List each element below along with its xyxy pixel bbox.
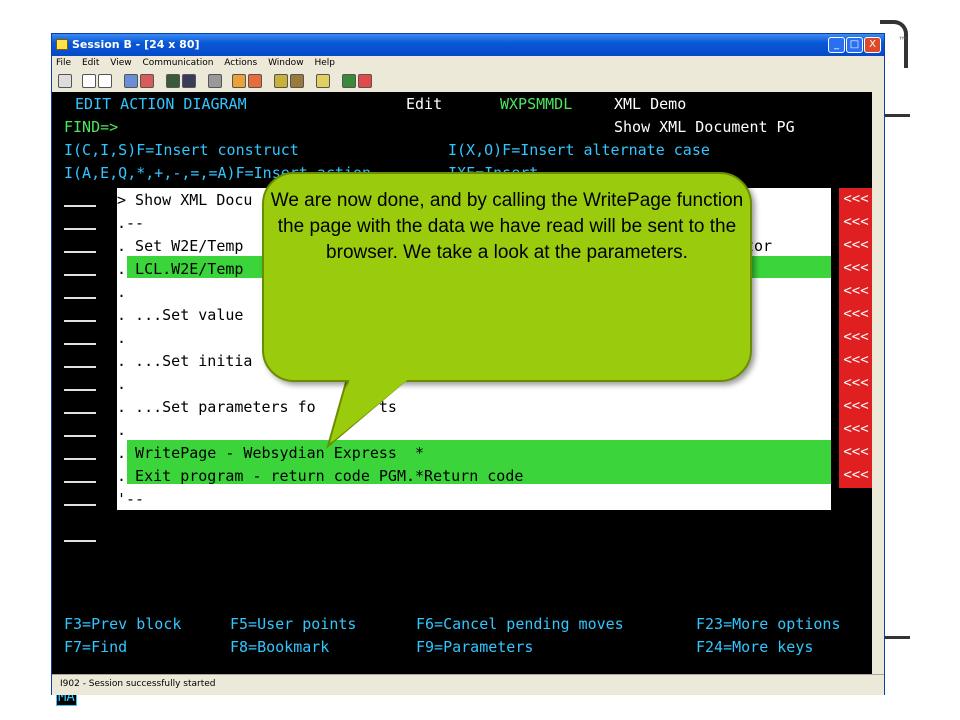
screen-subtitle: Show XML Document PG bbox=[614, 118, 795, 136]
diagram-row[interactable]: '-- bbox=[117, 489, 144, 509]
session-icon bbox=[56, 39, 68, 50]
command-field[interactable] bbox=[64, 320, 96, 322]
menu-communication[interactable]: Communication bbox=[138, 56, 217, 70]
diagram-row-writepage[interactable]: . WritePage - Websydian Express * bbox=[117, 443, 424, 463]
menu-bar: File Edit View Communication Actions Win… bbox=[52, 56, 884, 71]
status-bar: I902 - Session successfully started bbox=[52, 674, 884, 695]
diagram-row[interactable]: . bbox=[117, 282, 126, 302]
menu-window[interactable]: Window bbox=[264, 56, 308, 70]
diagram-row-exit[interactable]: . Exit program - return code PGM.*Return… bbox=[117, 466, 523, 486]
help-icon[interactable] bbox=[358, 74, 372, 88]
vertical-scrollbar[interactable] bbox=[872, 92, 884, 674]
fkey-cancel-moves[interactable]: F6=Cancel pending moves bbox=[416, 614, 624, 634]
trademark-symbol: ™ bbox=[898, 36, 908, 47]
construct-marker: <<< bbox=[843, 283, 869, 299]
play-macro-icon[interactable] bbox=[274, 74, 288, 88]
find-label: FIND=> bbox=[64, 118, 119, 136]
command-field[interactable] bbox=[64, 274, 96, 276]
palette-icon[interactable] bbox=[342, 74, 356, 88]
hint-insert-construct: I(C,I,S)F=Insert construct bbox=[64, 141, 299, 159]
close-button[interactable]: X bbox=[864, 37, 881, 53]
command-field[interactable] bbox=[64, 389, 96, 391]
fkey-user-points[interactable]: F5=User points bbox=[230, 614, 356, 634]
command-field[interactable] bbox=[64, 481, 96, 483]
brand-rule-top bbox=[884, 114, 910, 117]
diagram-row[interactable]: .-- bbox=[117, 213, 144, 233]
receive-icon[interactable] bbox=[140, 74, 154, 88]
construct-marker: <<< bbox=[843, 191, 869, 207]
diagram-row[interactable]: . ...Set parameters fo ts bbox=[117, 397, 397, 417]
diagram-row[interactable]: . ...Set initia bbox=[117, 351, 252, 371]
diagram-row[interactable]: . LCL.W2E/Temp bbox=[117, 259, 243, 279]
screen-header-title: XML Demo bbox=[614, 95, 687, 113]
hint-insert-alternate: I(X,O)F=Insert alternate case bbox=[448, 141, 710, 159]
window-title: Session B - [24 x 80] bbox=[72, 38, 200, 51]
diagram-row[interactable]: . bbox=[117, 420, 126, 440]
fkey-more-options[interactable]: F23=More options bbox=[696, 614, 841, 634]
screen-program-name: WXPSMMDL bbox=[500, 95, 573, 113]
diagram-row[interactable]: . ...Set value bbox=[117, 305, 243, 325]
brand-rule-bottom bbox=[884, 636, 910, 639]
status-message: I902 - Session successfully started bbox=[60, 679, 216, 689]
construct-marker: <<< bbox=[843, 306, 869, 322]
menu-file[interactable]: File bbox=[52, 56, 75, 70]
fkey-prev-block[interactable]: F3=Prev block bbox=[64, 614, 181, 634]
display-icon[interactable] bbox=[166, 74, 180, 88]
title-bar[interactable]: Session B - [24 x 80] _ □ X bbox=[52, 34, 884, 56]
keyboard-icon[interactable] bbox=[182, 74, 196, 88]
construct-marker: <<< bbox=[843, 352, 869, 368]
callout-text: We are now done, and by calling the Writ… bbox=[270, 190, 744, 263]
construct-marker: <<< bbox=[843, 214, 869, 230]
paste-icon[interactable] bbox=[98, 74, 112, 88]
construct-marker: <<< bbox=[843, 421, 869, 437]
minimize-button[interactable]: _ bbox=[828, 37, 845, 53]
print-screen-icon[interactable] bbox=[58, 74, 72, 88]
construct-marker: <<< bbox=[843, 237, 869, 253]
stop-macro-icon[interactable] bbox=[248, 74, 262, 88]
command-field[interactable] bbox=[64, 540, 96, 542]
command-field[interactable] bbox=[64, 412, 96, 414]
menu-view[interactable]: View bbox=[106, 56, 135, 70]
command-field[interactable] bbox=[64, 458, 96, 460]
diagram-row[interactable]: > Show XML Docu bbox=[117, 190, 252, 210]
construct-marker: <<< bbox=[843, 467, 869, 483]
menu-edit[interactable]: Edit bbox=[78, 56, 103, 70]
command-field[interactable] bbox=[64, 297, 96, 299]
command-field[interactable] bbox=[64, 343, 96, 345]
diagram-row[interactable]: . bbox=[117, 374, 126, 394]
command-field[interactable] bbox=[64, 251, 96, 253]
record-macro-icon[interactable] bbox=[232, 74, 246, 88]
fkey-find[interactable]: F7=Find bbox=[64, 637, 127, 657]
diagram-row[interactable]: . bbox=[117, 328, 126, 348]
screen-mode: Edit bbox=[406, 95, 443, 113]
screen-header-left: EDIT ACTION DIAGRAM bbox=[66, 95, 247, 113]
command-field[interactable] bbox=[64, 366, 96, 368]
menu-actions[interactable]: Actions bbox=[220, 56, 261, 70]
notes-icon[interactable] bbox=[316, 74, 330, 88]
construct-marker: <<< bbox=[843, 444, 869, 460]
fkey-more-keys[interactable]: F24=More keys bbox=[696, 637, 813, 657]
command-field[interactable] bbox=[64, 435, 96, 437]
toolbar bbox=[52, 71, 884, 93]
command-field[interactable] bbox=[64, 205, 96, 207]
macro-icon[interactable] bbox=[208, 74, 222, 88]
command-field[interactable] bbox=[64, 504, 96, 506]
copy-icon[interactable] bbox=[82, 74, 96, 88]
command-field[interactable] bbox=[64, 228, 96, 230]
maximize-button[interactable]: □ bbox=[846, 37, 863, 53]
send-icon[interactable] bbox=[124, 74, 138, 88]
fkey-parameters[interactable]: F9=Parameters bbox=[416, 637, 533, 657]
diagram-row[interactable]: . Set W2E/Temp bbox=[117, 236, 243, 256]
construct-marker: <<< bbox=[843, 329, 869, 345]
menu-help[interactable]: Help bbox=[310, 56, 339, 70]
fkey-bookmark[interactable]: F8=Bookmark bbox=[230, 637, 329, 657]
construct-marker-column: <<< <<< <<< <<< <<< <<< <<< <<< <<< <<< … bbox=[839, 188, 873, 488]
edit-macro-icon[interactable] bbox=[290, 74, 304, 88]
construct-marker: <<< bbox=[843, 398, 869, 414]
construct-marker: <<< bbox=[843, 375, 869, 391]
construct-marker: <<< bbox=[843, 260, 869, 276]
